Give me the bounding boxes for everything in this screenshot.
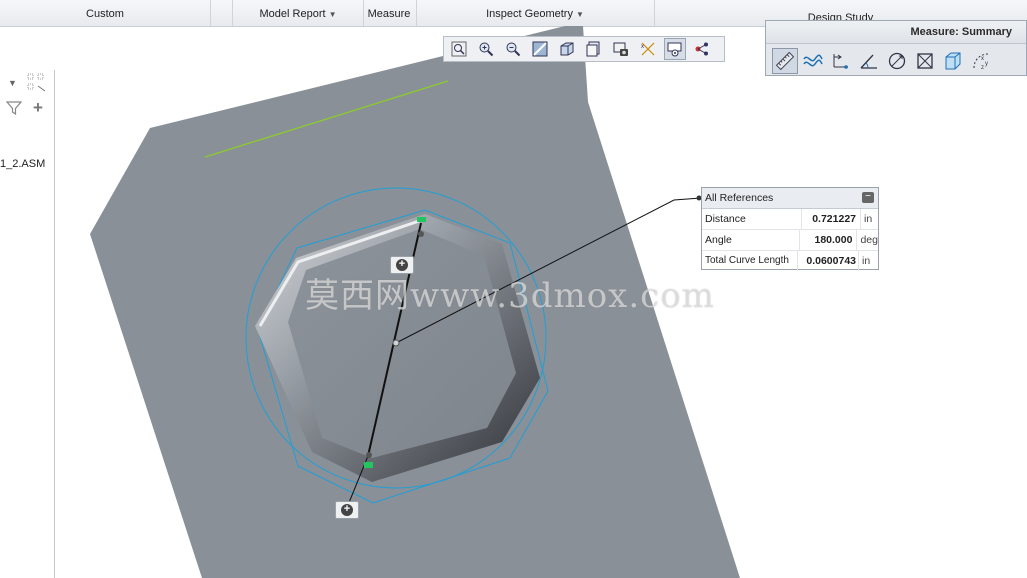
model-tree-panel: ▼ + 1_2.ASM bbox=[0, 70, 55, 578]
result-value: 180.000 bbox=[800, 230, 858, 250]
result-value: 0.0600743 bbox=[798, 251, 859, 271]
result-value: 0.721227 bbox=[802, 209, 861, 229]
volume-icon bbox=[945, 52, 961, 70]
refit-button[interactable] bbox=[448, 38, 470, 60]
ribbon-group-measure[interactable]: Measure bbox=[362, 0, 417, 26]
minus-icon: − bbox=[865, 191, 871, 202]
spin-center-button[interactable] bbox=[664, 38, 686, 60]
ribbon-group-inspect-geometry[interactable]: Inspect Geometry ▼ bbox=[416, 0, 655, 26]
svg-text:z: z bbox=[981, 65, 984, 71]
datum-display-button[interactable]: x bbox=[637, 38, 659, 60]
annotation-display-icon bbox=[695, 42, 708, 56]
measure-results-box: All References − Distance 0.721227 in An… bbox=[701, 187, 879, 271]
ribbon-group-custom[interactable]: Custom bbox=[0, 0, 211, 26]
chevron-down-icon: ▼ bbox=[575, 10, 584, 19]
measure-length-button[interactable] bbox=[772, 48, 798, 74]
measure-curve-length-button[interactable] bbox=[800, 48, 826, 74]
result-unit: deg bbox=[860, 234, 878, 246]
add-icon[interactable]: + bbox=[33, 98, 43, 118]
watermark-text: 莫西网www.3dmox.com bbox=[305, 276, 715, 316]
plus-icon: + bbox=[341, 504, 353, 516]
spin-center-icon bbox=[667, 42, 682, 57]
result-row-curve-length: Total Curve Length 0.0600743 in bbox=[702, 251, 878, 271]
result-row-angle: Angle 180.000 deg bbox=[702, 230, 878, 251]
refit-icon bbox=[451, 41, 467, 57]
measure-area-button[interactable] bbox=[912, 48, 938, 74]
ribbon-group-model-report[interactable]: Model Report ▼ bbox=[232, 0, 364, 26]
repaint-icon bbox=[532, 41, 548, 57]
view-manager-button[interactable] bbox=[610, 38, 632, 60]
add-reference-button-bottom[interactable]: + bbox=[335, 501, 359, 519]
view-toolbar: x bbox=[443, 36, 725, 62]
svg-text:x: x bbox=[641, 44, 644, 50]
svg-text:x: x bbox=[981, 56, 984, 62]
length-icon bbox=[775, 51, 795, 71]
svg-text:y: y bbox=[985, 61, 988, 67]
result-label: Distance bbox=[702, 209, 802, 229]
measure-volume-button[interactable] bbox=[940, 48, 966, 74]
measure-diameter-button[interactable] bbox=[884, 48, 910, 74]
result-row-distance: Distance 0.721227 in bbox=[702, 209, 878, 230]
result-unit: in bbox=[862, 255, 871, 267]
result-label: Angle bbox=[702, 230, 800, 250]
filter-icon[interactable] bbox=[5, 100, 23, 119]
zoom-out-button[interactable] bbox=[502, 38, 524, 60]
saved-views-button[interactable] bbox=[583, 38, 605, 60]
results-header-label: All References bbox=[705, 192, 774, 204]
zoom-out-icon bbox=[506, 42, 521, 57]
view-manager-icon bbox=[613, 42, 628, 56]
chevron-down-icon: ▼ bbox=[328, 10, 337, 19]
result-unit: in bbox=[864, 213, 873, 225]
angle-icon bbox=[860, 54, 877, 69]
display-style-icon bbox=[560, 42, 574, 56]
datum-display-icon: x bbox=[641, 42, 655, 56]
measure-angle-button[interactable] bbox=[856, 48, 882, 74]
result-label: Total Curve Length bbox=[702, 251, 798, 271]
results-header: All References − bbox=[702, 188, 878, 209]
measure-distance-button[interactable] bbox=[828, 48, 854, 74]
diameter-icon bbox=[888, 52, 906, 70]
curve-length-icon bbox=[803, 54, 823, 67]
zoom-in-icon bbox=[479, 42, 494, 57]
dropdown-arrow-icon[interactable]: ▼ bbox=[8, 78, 17, 88]
distance-icon bbox=[833, 54, 848, 69]
area-icon bbox=[917, 53, 933, 69]
pick-point-top[interactable] bbox=[418, 231, 424, 237]
tree-settings-icon[interactable] bbox=[27, 73, 47, 96]
measure-midpoint bbox=[392, 339, 400, 347]
repaint-button[interactable] bbox=[529, 38, 551, 60]
transform-icon: xzy bbox=[973, 53, 989, 71]
pick-marker-top[interactable] bbox=[417, 217, 426, 222]
collapse-button[interactable]: − bbox=[862, 192, 874, 203]
pick-point-bottom[interactable] bbox=[366, 452, 372, 458]
measure-transform-button[interactable]: xzy bbox=[968, 48, 994, 74]
pick-marker-bottom[interactable] bbox=[364, 462, 373, 468]
zoom-in-button[interactable] bbox=[475, 38, 497, 60]
annotation-display-button[interactable] bbox=[691, 38, 713, 60]
tree-item-assembly[interactable]: 1_2.ASM bbox=[0, 158, 45, 170]
measure-panel-title: Measure: Summary bbox=[766, 21, 1026, 44]
display-style-button[interactable] bbox=[556, 38, 578, 60]
measure-summary-panel: Measure: Summary xzy bbox=[765, 20, 1027, 76]
saved-views-icon bbox=[586, 41, 600, 57]
